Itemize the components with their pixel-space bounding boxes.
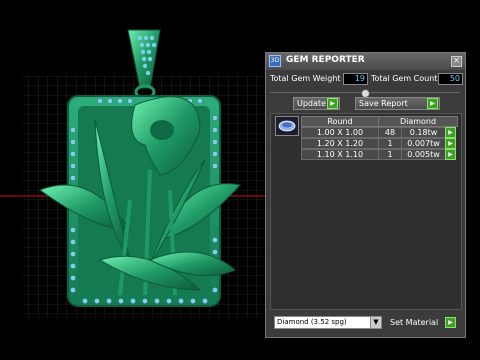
update-button[interactable]: Update ▶ <box>293 97 340 110</box>
gem-thumbnail-icon[interactable] <box>275 116 299 136</box>
app-icon: 3D <box>269 55 281 67</box>
gem-weight-cell: 0.007tw <box>401 138 446 149</box>
close-icon[interactable]: × <box>451 56 462 67</box>
gem-size-cell: 1.10 X 1.10 <box>301 149 379 160</box>
panel-titlebar[interactable]: 3D GEM REPORTER × <box>266 53 465 70</box>
green-arrow-icon[interactable]: ▶ <box>445 127 456 138</box>
gem-reporter-panel: 3D GEM REPORTER × Total Gem Weight 19 To… <box>265 52 466 338</box>
total-gem-weight-value: 19 <box>343 73 368 85</box>
save-report-button[interactable]: Save Report ▶ <box>355 97 440 110</box>
column-header-material: Diamond <box>378 116 458 127</box>
total-gem-weight-label: Total Gem Weight <box>270 74 341 83</box>
update-button-label: Update <box>297 99 326 108</box>
material-select-value: Diamond (3.52 spg) <box>277 318 347 326</box>
total-gem-count-value: 50 <box>438 73 463 85</box>
gem-count-cell: 1 <box>378 138 402 149</box>
dropdown-arrow-icon: ▼ <box>370 317 381 328</box>
green-arrow-icon[interactable]: ▶ <box>445 317 456 328</box>
save-report-button-label: Save Report <box>359 99 408 108</box>
column-header-shape: Round <box>301 116 379 127</box>
gem-size-cell: 1.00 X 1.00 <box>301 127 379 138</box>
green-arrow-icon: ▶ <box>427 98 438 109</box>
3d-viewport[interactable] <box>0 0 265 360</box>
gem-count-cell: 1 <box>378 149 402 160</box>
gem-weight-cell: 0.005tw <box>401 149 446 160</box>
green-arrow-icon[interactable]: ▶ <box>445 138 456 149</box>
gem-weight-cell: 0.18tw <box>401 127 446 138</box>
material-bar: Diamond (3.52 spg) ▼ Set Material ▶ <box>270 313 460 333</box>
gem-count-cell: 48 <box>378 127 402 138</box>
material-select[interactable]: Diamond (3.52 spg) ▼ <box>274 316 382 329</box>
pendant-render <box>0 29 265 318</box>
green-arrow-icon[interactable]: ▶ <box>445 149 456 160</box>
set-material-label[interactable]: Set Material <box>390 318 438 327</box>
gem-size-cell: 1.20 X 1.20 <box>301 138 379 149</box>
total-gem-count-label: Total Gem Count <box>371 74 438 83</box>
gem-table: Round Diamond 1.00 X 1.00 48 0.18tw ▶ 1.… <box>270 113 462 310</box>
green-arrow-icon: ▶ <box>327 98 338 109</box>
panel-title: GEM REPORTER <box>286 55 365 65</box>
